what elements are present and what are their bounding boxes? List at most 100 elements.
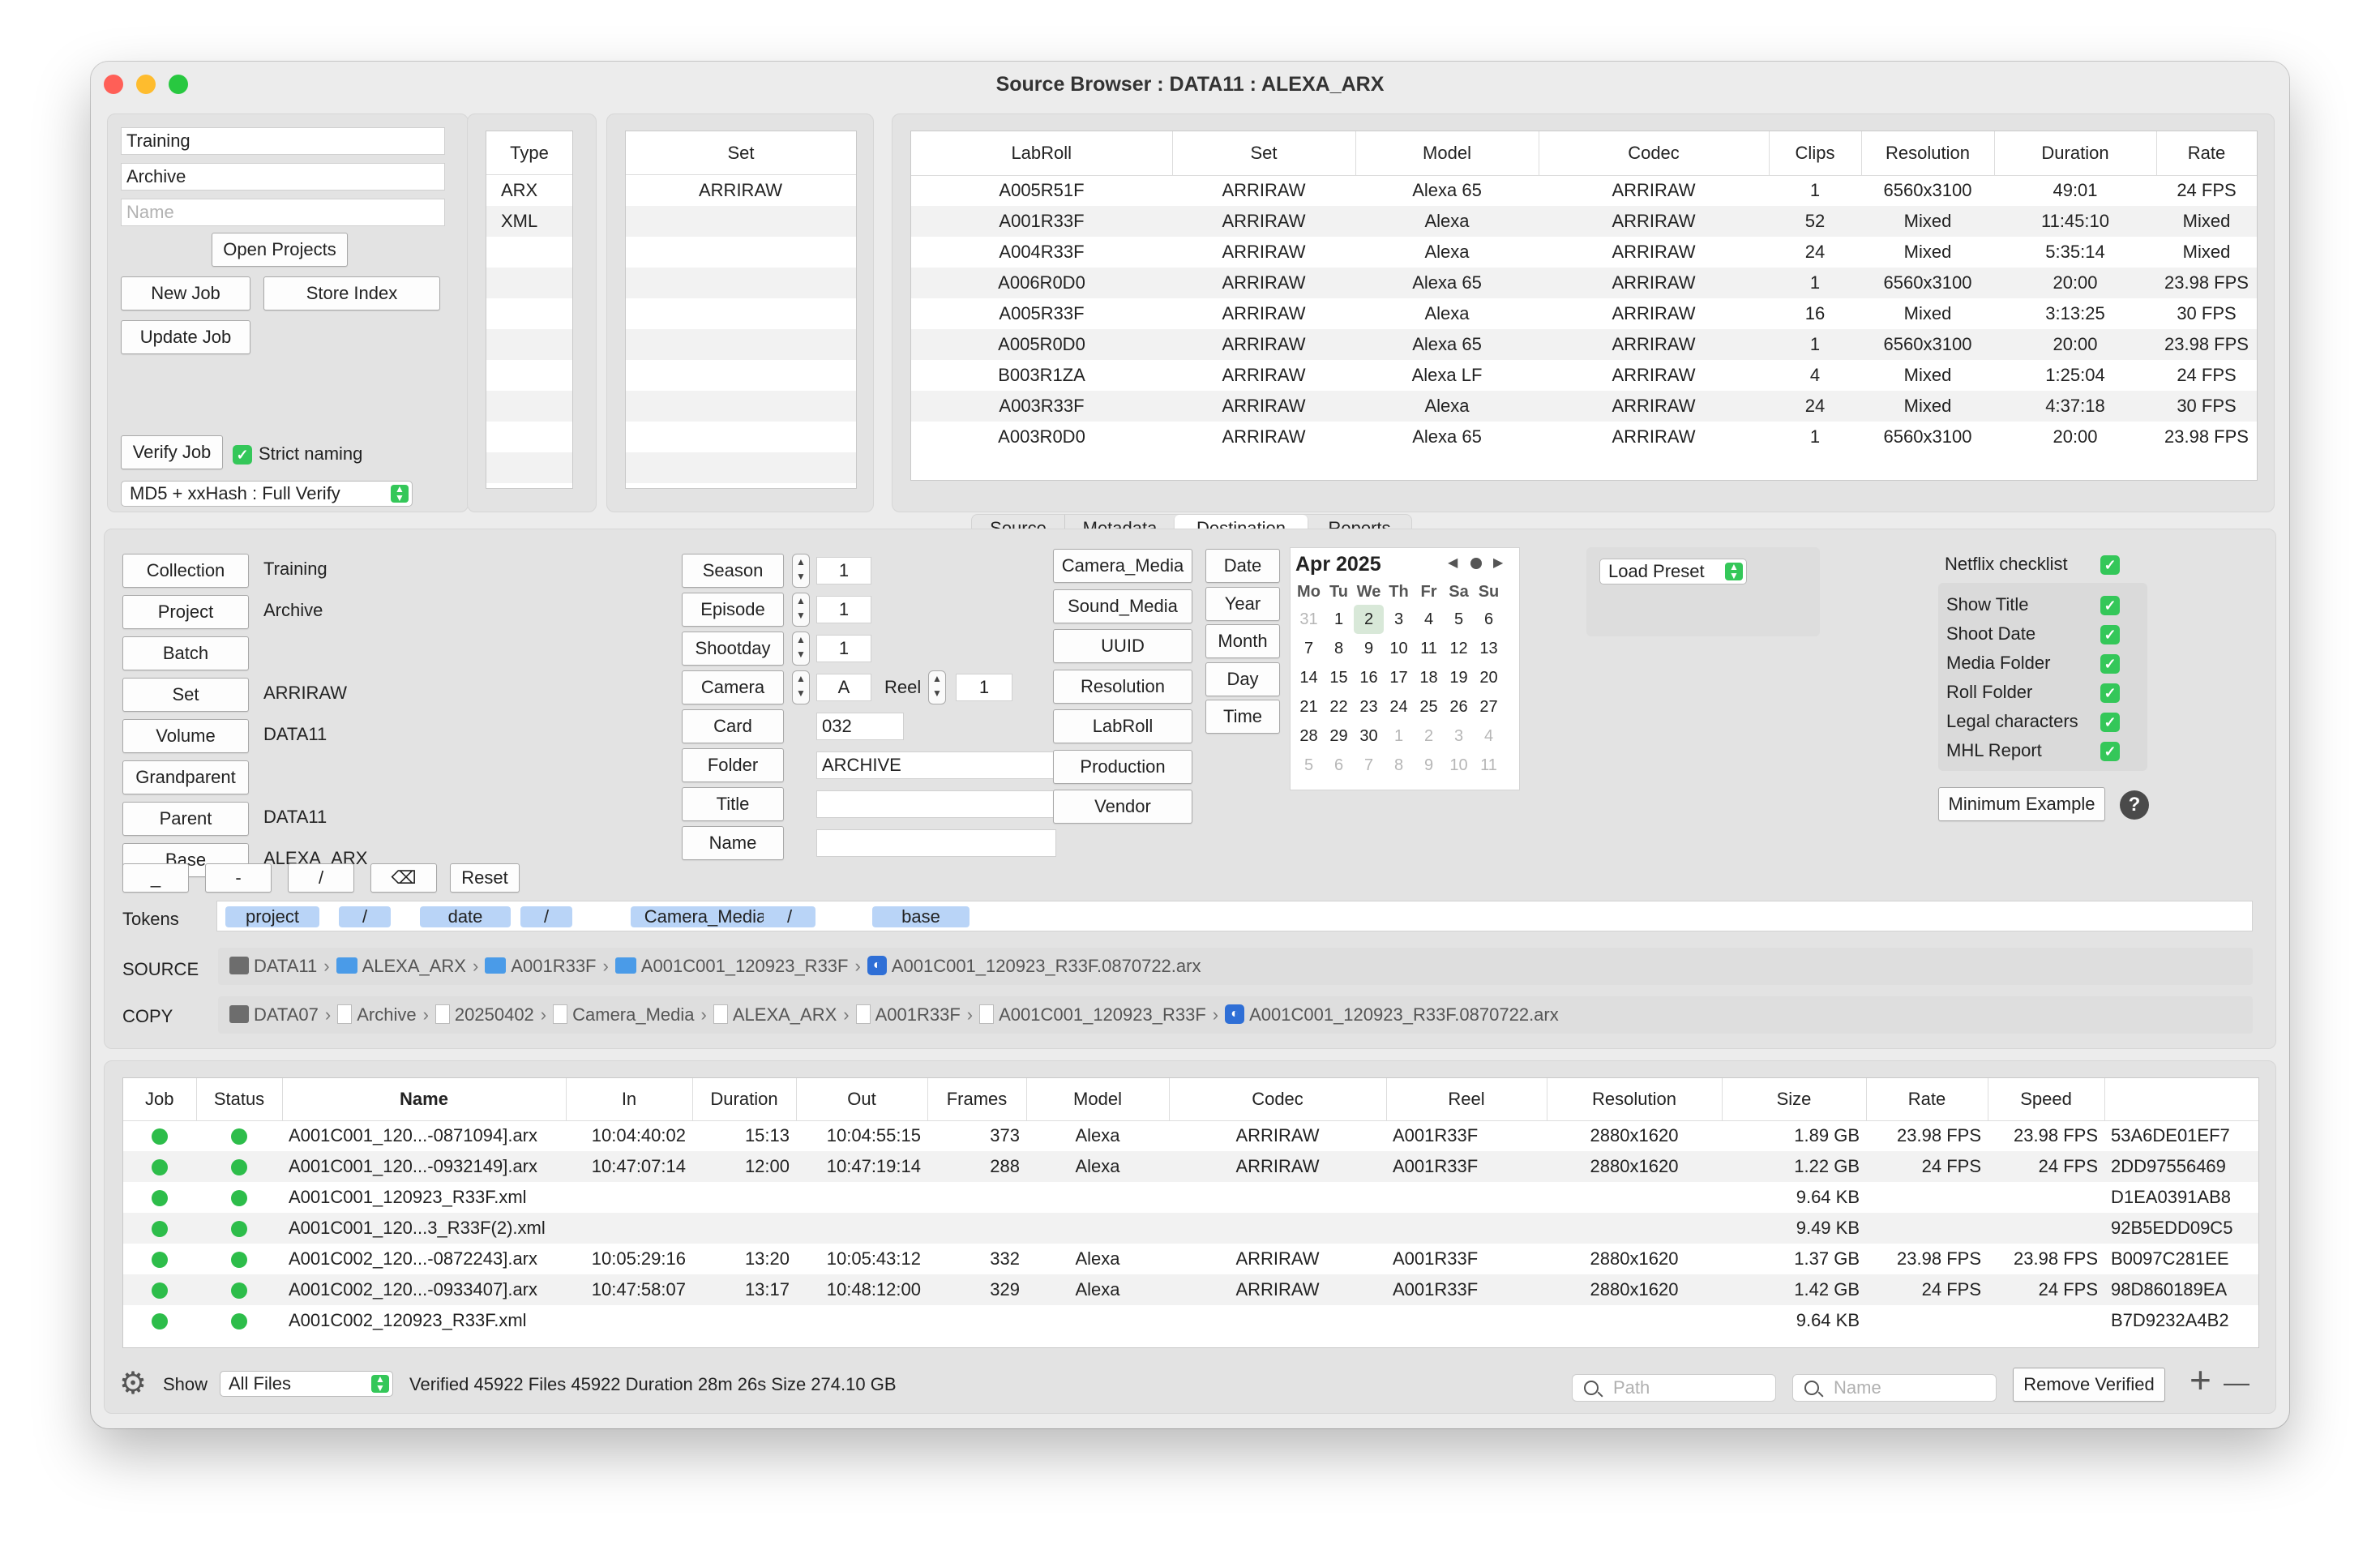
- slash-button[interactable]: /: [288, 863, 354, 893]
- job-row[interactable]: A001C002_120923_R33F.xml 9.64 KB B7D9232A4…: [123, 1305, 2258, 1336]
- backspace-button[interactable]: ⌫: [370, 863, 437, 893]
- season-stepper[interactable]: ▲ ▼: [792, 554, 810, 588]
- checklist-item-checkbox[interactable]: ✓: [2100, 683, 2120, 703]
- token-chip[interactable]: date: [420, 906, 511, 927]
- calendar-day[interactable]: 6: [1474, 605, 1504, 634]
- calendar-day[interactable]: 5: [1444, 605, 1474, 634]
- job-column-header[interactable]: Name: [282, 1078, 567, 1121]
- calendar-day[interactable]: 10: [1444, 751, 1474, 780]
- path-segment[interactable]: A001C001_120923_R33F: [999, 1004, 1206, 1025]
- job-column-header[interactable]: Reel: [1386, 1078, 1547, 1121]
- name-button[interactable]: Name: [682, 826, 784, 860]
- episode-stepper[interactable]: ▲ ▼: [792, 593, 810, 627]
- path-segment[interactable]: Camera_Media: [572, 1004, 694, 1025]
- job-column-header[interactable]: Speed: [1988, 1078, 2105, 1121]
- card-value[interactable]: 032: [816, 713, 904, 740]
- calendar-day[interactable]: 7: [1294, 634, 1324, 663]
- token-chip[interactable]: /: [339, 906, 391, 927]
- remove-icon[interactable]: —: [2224, 1368, 2249, 1398]
- tag-resolution-button[interactable]: Resolution: [1053, 669, 1192, 704]
- title-button[interactable]: Title: [682, 787, 784, 821]
- camera-stepper[interactable]: ▲ ▼: [792, 670, 810, 704]
- calendar[interactable]: Apr 2025 ◀ ▶ Mo Tu We Th Fr Sa Su 31 1 2 3 4 5 6 7 8 9 1…: [1290, 547, 1520, 790]
- job-column-header[interactable]: Codec: [1169, 1078, 1387, 1121]
- calendar-day[interactable]: 23: [1354, 692, 1384, 721]
- calendar-day[interactable]: 3: [1444, 721, 1474, 751]
- calendar-day[interactable]: 17: [1384, 663, 1414, 692]
- card-button[interactable]: Card: [682, 709, 784, 743]
- labroll-row[interactable]: A003R0D0 ARRIRAW Alexa 65 ARRIRAW 1 6560x3100…: [911, 422, 2257, 452]
- labroll-row[interactable]: A003R33F ARRIRAW Alexa ARRIRAW 24 Mixed 4:37:1…: [911, 391, 2257, 422]
- job-column-header[interactable]: Job: [123, 1078, 197, 1121]
- tag-sound-media-button[interactable]: Sound_Media: [1053, 589, 1192, 623]
- labroll-row[interactable]: A004R33F ARRIRAW Alexa ARRIRAW 24 Mixed 5:35:1…: [911, 237, 2257, 268]
- calendar-day[interactable]: 28: [1294, 721, 1324, 751]
- season-button[interactable]: Season: [682, 554, 784, 588]
- job-column-header[interactable]: Duration: [692, 1078, 797, 1121]
- calendar-day[interactable]: 25: [1414, 692, 1444, 721]
- dest-batch-button[interactable]: Batch: [122, 636, 249, 670]
- job-row[interactable]: A001C001_120...3_R33F(2).xml 9.49 KB 92B5E…: [123, 1213, 2258, 1244]
- tag-uuid-button[interactable]: UUID: [1053, 629, 1192, 663]
- calendar-day[interactable]: 8: [1324, 634, 1354, 663]
- job-column-header[interactable]: Status: [196, 1078, 283, 1121]
- shootday-value[interactable]: 1: [816, 635, 871, 662]
- shootday-stepper[interactable]: ▲ ▼: [792, 632, 810, 666]
- job-row[interactable]: A001C001_120923_R33F.xml 9.64 KB D1EA0391A…: [123, 1182, 2258, 1213]
- labroll-row[interactable]: A005R0D0 ARRIRAW Alexa 65 ARRIRAW 1 6560x3100…: [911, 329, 2257, 360]
- date-time-button[interactable]: Time: [1205, 700, 1280, 734]
- job-column-header[interactable]: Frames: [927, 1078, 1027, 1121]
- job-table[interactable]: Job Status Name In Duration Out Frames Model Cod…: [122, 1077, 2259, 1348]
- calendar-day[interactable]: 29: [1324, 721, 1354, 751]
- calendar-day[interactable]: 20: [1474, 663, 1504, 692]
- folder-value[interactable]: ARCHIVE: [816, 751, 1056, 779]
- date-date-button[interactable]: Date: [1205, 549, 1280, 583]
- calendar-day[interactable]: 9: [1354, 634, 1384, 663]
- dest-set-button[interactable]: Set: [122, 678, 249, 712]
- add-icon[interactable]: +: [2190, 1358, 2211, 1402]
- job-row[interactable]: A001C001_120...-0932149].arx 10:47:07:14 1…: [123, 1151, 2258, 1182]
- dest-collection-button[interactable]: Collection: [122, 554, 249, 588]
- reel-value[interactable]: 1: [956, 674, 1012, 701]
- calendar-day[interactable]: 22: [1324, 692, 1354, 721]
- set-item[interactable]: ARRIRAW: [626, 175, 856, 206]
- calendar-day[interactable]: 3: [1384, 605, 1414, 634]
- underscore-button[interactable]: _: [122, 863, 189, 893]
- calendar-day[interactable]: 31: [1294, 605, 1324, 634]
- minimize-window-button[interactable]: [136, 75, 156, 94]
- reel-stepper[interactable]: ▲ ▼: [928, 670, 946, 704]
- tokens-field[interactable]: project / date / Camera_Media / base: [216, 901, 2253, 931]
- minimum-example-button[interactable]: Minimum Example: [1938, 787, 2105, 821]
- source-path[interactable]: DATA11 › ALEXA_ARX › A001R33F › A001C001_12092…: [218, 948, 2253, 985]
- labroll-column-header[interactable]: Rate: [2156, 131, 2257, 176]
- labroll-row[interactable]: B003R1ZA ARRIRAW Alexa LF ARRIRAW 4 Mixed 1:25…: [911, 360, 2257, 391]
- calendar-day[interactable]: 11: [1414, 634, 1444, 663]
- calendar-prev-icon[interactable]: ◀: [1448, 554, 1458, 571]
- calendar-day[interactable]: 26: [1444, 692, 1474, 721]
- job-row[interactable]: A001C001_120...-0871094].arx 10:04:40:02 1…: [123, 1120, 2258, 1151]
- calendar-day[interactable]: 12: [1444, 634, 1474, 663]
- dest-parent-button[interactable]: Parent: [122, 802, 249, 836]
- calendar-day[interactable]: 8: [1384, 751, 1414, 780]
- calendar-day[interactable]: 27: [1474, 692, 1504, 721]
- path-segment[interactable]: A001C001_120923_R33F.0870722.arx: [1249, 1004, 1559, 1025]
- labroll-column-header[interactable]: LabRoll: [911, 131, 1173, 176]
- path-segment[interactable]: A001R33F: [511, 956, 596, 976]
- dest-project-button[interactable]: Project: [122, 595, 249, 629]
- labroll-column-header[interactable]: Model: [1355, 131, 1539, 176]
- path-search-input[interactable]: Path: [1572, 1374, 1776, 1402]
- labroll-column-header[interactable]: Set: [1172, 131, 1356, 176]
- episode-value[interactable]: 1: [816, 596, 871, 623]
- calendar-day[interactable]: 6: [1324, 751, 1354, 780]
- verify-job-button[interactable]: Verify Job: [121, 435, 223, 469]
- token-chip[interactable]: /: [520, 906, 572, 927]
- name-field[interactable]: Name: [121, 199, 445, 226]
- dash-button[interactable]: -: [205, 863, 272, 893]
- store-index-button[interactable]: Store Index: [263, 276, 440, 310]
- shootday-button[interactable]: Shootday: [682, 632, 784, 666]
- copy-path[interactable]: DATA07 › Archive › 20250402 › Camera_Media › ALE…: [218, 996, 2253, 1034]
- job-column-header[interactable]: Model: [1026, 1078, 1170, 1121]
- checklist-item-checkbox[interactable]: ✓: [2100, 654, 2120, 674]
- job-column-header[interactable]: Rate: [1866, 1078, 1988, 1121]
- calendar-day[interactable]: 15: [1324, 663, 1354, 692]
